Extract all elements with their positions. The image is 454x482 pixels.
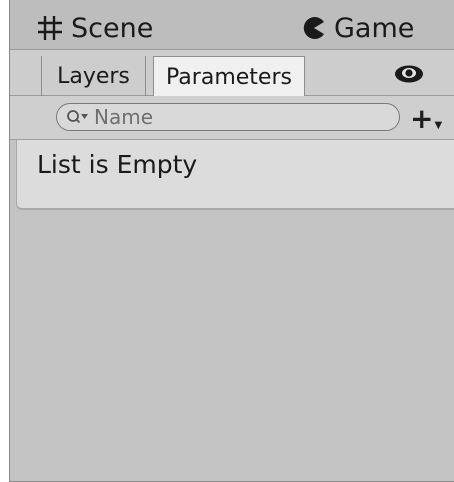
search-field[interactable] [56, 103, 400, 131]
scene-tab[interactable]: Scene [37, 8, 153, 48]
animator-panel: Scene Game Layers Parameters Name + ▼ Li… [9, 0, 454, 482]
plus-dropdown-icon: + [410, 101, 434, 135]
scene-tab-label: Scene [71, 12, 154, 44]
pacman-icon [302, 16, 326, 40]
tab-parameters[interactable]: Parameters [153, 56, 305, 97]
search-toolbar: + ▼ [10, 96, 454, 140]
parameter-list: List is Empty [16, 140, 454, 210]
tab-parameters-label: Parameters [166, 64, 292, 90]
tab-layers-label: Layers [57, 63, 130, 89]
tab-layers[interactable]: Layers [41, 56, 146, 96]
animator-sub-tab-bar: Layers Parameters [10, 50, 454, 97]
dropdown-caret-icon: ▼ [434, 119, 443, 131]
magnifier-dropdown-icon[interactable] [66, 109, 92, 125]
game-tab-label: Game [334, 12, 415, 44]
hash-grid-icon [37, 15, 63, 41]
list-empty-message: List is Empty [37, 150, 198, 179]
eye-icon[interactable] [394, 64, 424, 84]
add-parameter-button[interactable]: + ▼ [410, 101, 444, 135]
game-tab[interactable]: Game [302, 8, 414, 48]
window-tab-bar: Scene Game [10, 0, 454, 50]
search-input[interactable] [92, 105, 344, 129]
